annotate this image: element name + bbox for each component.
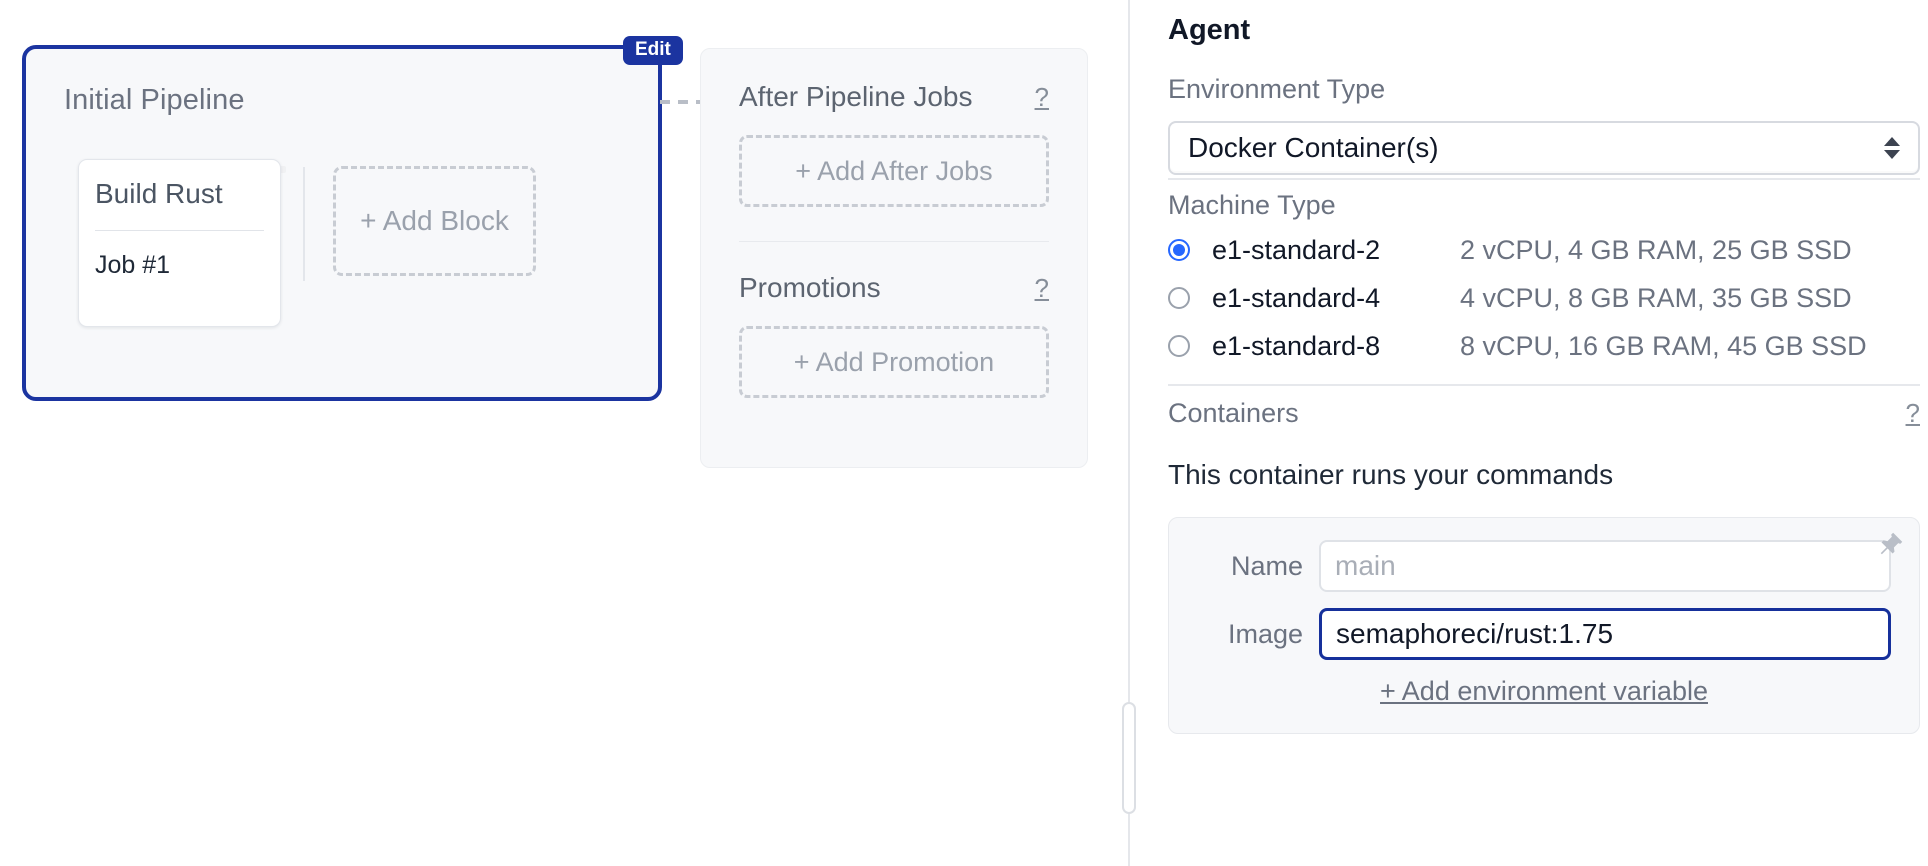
radio-icon-e1-standard-2[interactable] (1168, 239, 1190, 261)
radio-icon-e1-standard-8[interactable] (1168, 335, 1190, 357)
machine-type-label: Machine Type (1168, 190, 1336, 220)
radio-icon-e1-standard-4[interactable] (1168, 287, 1190, 309)
environment-type-field: Environment Type Docker Container(s) (1168, 74, 1920, 175)
pin-icon[interactable] (1875, 530, 1905, 565)
container-image-row: Image semaphoreci/rust:1.75 (1197, 608, 1891, 660)
agent-panel-title: Agent (1168, 14, 1251, 46)
workflow-canvas: Edit Initial Pipeline Build Rust Job #1 … (0, 0, 1140, 866)
block-column: Build Rust Job #1 (78, 159, 281, 327)
agent-config-panel: Agent Environment Type Docker Container(… (1160, 0, 1928, 866)
environment-type-value: Docker Container(s) (1188, 132, 1439, 163)
containers-section: Containers ? This container runs your co… (1168, 398, 1920, 734)
panel-resize-handle[interactable] (1122, 702, 1136, 814)
containers-label: Containers (1168, 398, 1299, 428)
machine-type-field: Machine Type e1-standard-2 2 vCPU, 4 GB … (1168, 190, 1920, 365)
job-name: Job #1 (95, 251, 171, 279)
edit-pipeline-badge[interactable]: Edit (623, 36, 683, 65)
machine-option-row[interactable]: e1-standard-4 4 vCPU, 8 GB RAM, 35 GB SS… (1168, 279, 1920, 317)
containers-subtitle: This container runs your commands (1168, 459, 1614, 490)
environment-type-select[interactable]: Docker Container(s) (1168, 121, 1920, 175)
container-name-row: Name main (1197, 540, 1891, 592)
config-divider-1 (1168, 178, 1920, 180)
container-image-label: Image (1227, 618, 1303, 649)
machine-option-spec: 8 vCPU, 16 GB RAM, 45 GB SSD (1460, 330, 1867, 361)
environment-type-label: Environment Type (1168, 74, 1386, 104)
promotions-title: Promotions (739, 272, 881, 303)
machine-option-row[interactable]: e1-standard-2 2 vCPU, 4 GB RAM, 25 GB SS… (1168, 231, 1920, 269)
promotions-help-icon[interactable]: ? (1035, 275, 1049, 301)
machine-option-row[interactable]: e1-standard-8 8 vCPU, 16 GB RAM, 45 GB S… (1168, 327, 1920, 365)
pipeline-editor-screen: Edit Initial Pipeline Build Rust Job #1 … (0, 0, 1928, 866)
config-divider-2 (1168, 384, 1920, 386)
initial-pipeline-card[interactable]: Edit Initial Pipeline Build Rust Job #1 … (22, 36, 683, 401)
container-name-input[interactable]: main (1319, 540, 1891, 592)
add-after-jobs-button[interactable]: + Add After Jobs (739, 135, 1049, 207)
workflow-side-panel: After Pipeline Jobs ? + Add After Jobs P… (700, 48, 1088, 468)
pipeline-connector-line (660, 100, 704, 104)
after-pipeline-jobs-help-icon[interactable]: ? (1035, 84, 1049, 110)
machine-option-spec: 2 vCPU, 4 GB RAM, 25 GB SSD (1460, 234, 1852, 265)
container-name-label: Name (1230, 550, 1303, 581)
promotions-section: Promotions ? + Add Promotion (701, 242, 1087, 398)
machine-option-spec: 4 vCPU, 8 GB RAM, 35 GB SSD (1460, 282, 1852, 313)
container-name-placeholder: main (1335, 550, 1396, 581)
container-image-input[interactable]: semaphoreci/rust:1.75 (1319, 608, 1891, 660)
container-image-value: semaphoreci/rust:1.75 (1336, 618, 1614, 649)
containers-help-icon[interactable]: ? (1906, 400, 1920, 426)
pipeline-title: Initial Pipeline (64, 84, 245, 116)
machine-option-name: e1-standard-4 (1212, 282, 1381, 313)
add-promotion-button[interactable]: + Add Promotion (739, 326, 1049, 398)
block-name: Build Rust (95, 178, 223, 209)
block-card-build-rust[interactable]: Build Rust Job #1 (78, 159, 281, 327)
after-pipeline-jobs-section: After Pipeline Jobs ? + Add After Jobs (701, 49, 1087, 242)
select-arrows-icon (1884, 137, 1900, 159)
after-pipeline-jobs-title: After Pipeline Jobs (739, 81, 973, 112)
container-card: Name main Image semaphoreci/rust:1.75 + … (1168, 517, 1920, 734)
add-block-button[interactable]: + Add Block (333, 166, 536, 276)
block-column-divider (303, 167, 305, 281)
machine-option-name: e1-standard-8 (1212, 330, 1381, 361)
machine-option-name: e1-standard-2 (1212, 234, 1381, 265)
add-environment-variable-link[interactable]: + Add environment variable (1380, 676, 1708, 707)
